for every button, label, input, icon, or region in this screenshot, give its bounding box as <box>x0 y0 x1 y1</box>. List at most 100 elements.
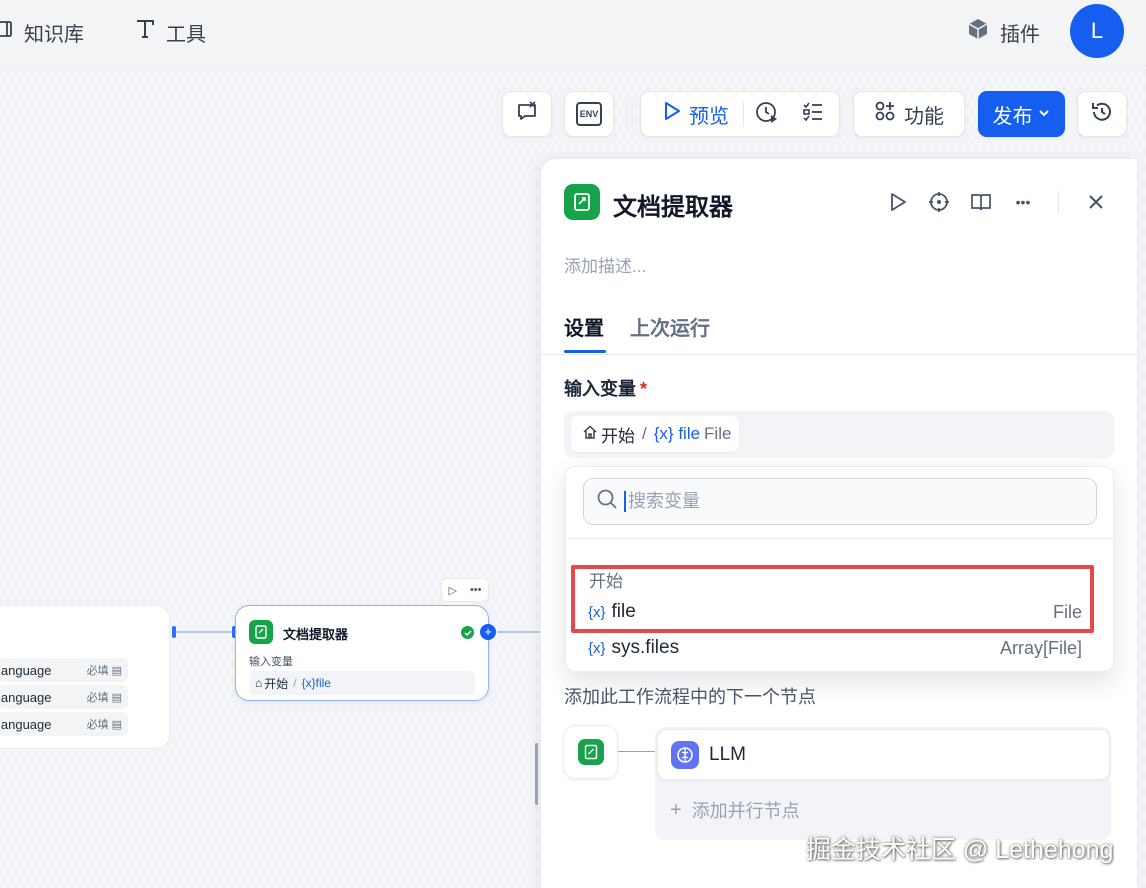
node-mini-toolbar: ▷ ••• <box>441 578 489 602</box>
panel-header-separator <box>1058 191 1059 213</box>
node-title: 文档提取器 <box>283 627 349 642</box>
add-node-plus-icon[interactable]: + <box>480 624 496 640</box>
description-field[interactable]: 添加描述... <box>564 252 646 277</box>
start-var-row: language 必填 ▤ <box>0 712 128 736</box>
locate-icon[interactable] <box>927 190 951 214</box>
user-avatar[interactable]: L <box>1070 4 1124 58</box>
start-var-name: language <box>0 662 52 678</box>
annotation-highlight-box <box>571 565 1094 633</box>
chevron-down-icon <box>1037 103 1051 126</box>
search-icon <box>596 488 618 515</box>
tab-last-run[interactable]: 上次运行 <box>630 312 710 341</box>
env-icon: ENV <box>576 102 602 126</box>
selected-variable-chip[interactable]: 开始 / {x} file File <box>571 416 740 452</box>
required-tag: 必填 ▤ <box>86 691 122 705</box>
apps-icon <box>874 100 896 128</box>
preview-label: 预览 <box>689 105 729 128</box>
tools-icon <box>134 18 156 46</box>
variable-search-box[interactable] <box>583 478 1097 525</box>
search-input[interactable] <box>624 491 1064 512</box>
publish-button[interactable]: 发布 <box>978 91 1065 137</box>
start-var-row: language 必填 ▤ <box>0 658 128 682</box>
more-icon[interactable]: ••• <box>1011 190 1035 214</box>
start-var-name: language <box>0 716 52 732</box>
doc-icon: ▤ <box>111 664 122 677</box>
checklist-button-2[interactable] <box>790 92 836 136</box>
doc-extractor-icon <box>577 739 604 765</box>
node-var-sep: / <box>293 676 297 690</box>
cube-icon <box>966 17 990 47</box>
nav-knowledge-label: 知识库 <box>24 23 84 46</box>
book-open-icon[interactable] <box>969 190 993 214</box>
doc-icon: ▤ <box>111 718 122 731</box>
required-star: * <box>640 379 648 399</box>
dropdown-divider <box>566 538 1113 539</box>
success-check-icon <box>461 626 474 639</box>
watermark-text: 掘金技术社区 @ Lethehong <box>806 836 1114 864</box>
preview-group: 预览 <box>640 91 840 137</box>
option-name: sys.files <box>611 637 680 658</box>
input-variable-label: 输入变量 * <box>564 375 647 401</box>
version-history-button[interactable] <box>1077 91 1127 137</box>
plus-icon: + <box>670 798 682 821</box>
dropdown-option-sys-files[interactable]: {x} sys.files Array[File] <box>588 633 1082 663</box>
play-icon <box>663 101 681 127</box>
features-label: 功能 <box>904 105 944 128</box>
nav-tools-label: 工具 <box>166 23 206 46</box>
add-parallel-node-button[interactable]: + 添加并行节点 <box>670 797 800 823</box>
node-var-source: 开始 <box>264 676 289 691</box>
input-variable-label-text: 输入变量 <box>564 379 636 399</box>
selected-var-name: {x} file <box>653 424 701 443</box>
features-button[interactable]: 功能 <box>853 91 965 137</box>
node-input-label: 输入变量 <box>249 656 293 668</box>
start-var-row: language 必填 ▤ <box>0 685 128 709</box>
selected-var-type: File <box>704 424 732 443</box>
variable-icon: {x} <box>588 639 606 657</box>
workflow-edge <box>176 631 234 633</box>
selected-var-node: 开始 <box>601 426 635 446</box>
toolbar-divider <box>626 102 627 126</box>
selected-var-separator: / <box>642 424 647 443</box>
llm-label: LLM <box>709 743 746 765</box>
workflow-node-doc-extractor[interactable]: 文档提取器 输入变量 ⌂ 开始 / {x}file <box>235 605 489 701</box>
node-var-name: {x}file <box>301 676 331 690</box>
required-tag: 必填 ▤ <box>86 664 122 678</box>
home-icon <box>583 424 597 444</box>
checklist-x-icon <box>515 100 539 129</box>
clock-play-icon <box>755 100 779 129</box>
run-step-icon[interactable] <box>886 190 910 214</box>
history-icon <box>1090 100 1114 129</box>
node-var-chip: ⌂ 开始 / {x}file <box>249 671 475 695</box>
current-node-icon <box>563 725 618 779</box>
llm-brain-icon <box>671 740 699 769</box>
home-icon: ⌂ <box>255 676 263 690</box>
tab-settings[interactable]: 设置 <box>564 312 604 341</box>
publish-label: 发布 <box>992 105 1033 128</box>
next-step-description: 添加此工作流程中的下一个节点 <box>564 687 816 707</box>
env-button[interactable]: ENV <box>564 91 614 137</box>
panel-title: 文档提取器 <box>613 194 733 221</box>
required-tag: 必填 ▤ <box>86 718 122 732</box>
panel-resize-handle[interactable] <box>535 743 538 805</box>
run-node-icon[interactable]: ▷ <box>448 584 456 597</box>
doc-icon: ▤ <box>111 691 122 704</box>
doc-extractor-icon <box>564 184 600 220</box>
book-icon <box>0 19 14 45</box>
add-parallel-label: 添加并行节点 <box>691 801 800 821</box>
branch-connector <box>618 751 656 752</box>
nav-plugins[interactable]: 插件 <box>966 14 1040 50</box>
tab-active-indicator <box>564 350 606 353</box>
more-icon[interactable]: ••• <box>470 584 482 596</box>
next-node-llm[interactable]: LLM <box>657 729 1110 780</box>
run-history-button[interactable] <box>744 92 790 136</box>
start-var-name: language <box>0 689 52 705</box>
workflow-edge <box>497 631 541 633</box>
close-icon[interactable] <box>1084 190 1108 214</box>
nav-plugins-label: 插件 <box>1000 23 1040 46</box>
nav-knowledge[interactable]: 知识库 <box>0 14 84 50</box>
tabs-divider <box>540 354 1138 355</box>
option-type: Array[File] <box>999 637 1082 658</box>
preview-button[interactable]: 预览 <box>641 92 743 136</box>
checklist-button[interactable] <box>502 91 552 137</box>
nav-tools[interactable]: 工具 <box>134 14 206 50</box>
